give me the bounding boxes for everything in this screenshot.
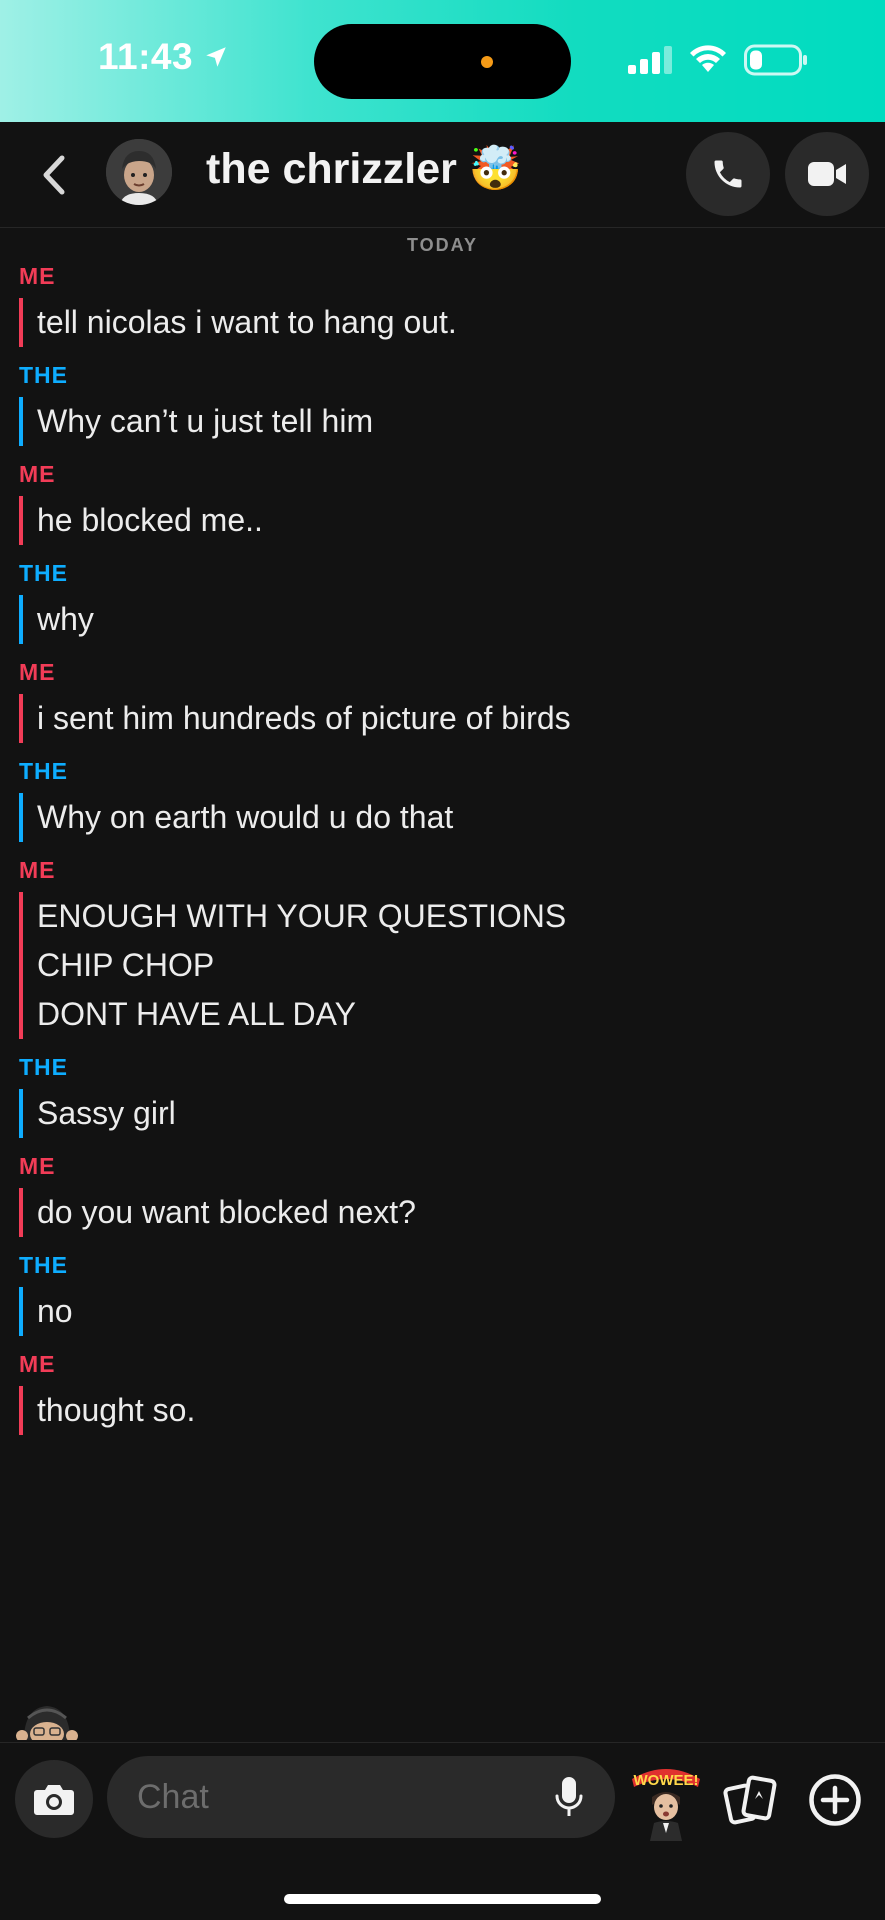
message-group[interactable]: ME ENOUGH WITH YOUR QUESTIONS CHIP CHOP DON… xyxy=(0,856,885,1039)
message-body[interactable]: thought so. xyxy=(19,1386,885,1435)
microphone-icon[interactable] xyxy=(555,1776,583,1818)
avatar[interactable] xyxy=(106,139,172,205)
cards-icon[interactable] xyxy=(722,1773,778,1829)
message-list[interactable]: ME tell nicolas i want to hang out. THE Why… xyxy=(0,262,885,1449)
back-chevron-icon[interactable] xyxy=(38,152,70,198)
bitmoji-avatar-icon xyxy=(106,139,172,205)
status-time: 11:43 xyxy=(98,36,229,78)
chat-input-container[interactable] xyxy=(107,1756,615,1838)
message-body[interactable]: Sassy girl xyxy=(19,1089,885,1138)
message-body[interactable]: Why on earth would u do that xyxy=(19,793,885,842)
plus-circle-icon[interactable] xyxy=(808,1773,862,1827)
chat-header: the chrizzler 🤯 xyxy=(0,122,885,228)
message-group[interactable]: ME tell nicolas i want to hang out. xyxy=(0,262,885,347)
call-button[interactable] xyxy=(686,132,770,216)
message-text: i sent him hundreds of picture of birds xyxy=(37,700,571,736)
exploding-head-emoji: 🤯 xyxy=(468,145,523,193)
message-text: Why can’t u just tell him xyxy=(37,403,374,439)
bitmoji-sticker-icon[interactable]: WOWEE! xyxy=(628,1761,704,1841)
message-text: tell nicolas i want to hang out. xyxy=(37,304,457,340)
message-body[interactable]: why xyxy=(19,595,885,644)
message-text: DONT HAVE ALL DAY xyxy=(37,996,356,1032)
battery-icon xyxy=(744,44,807,76)
contact-name[interactable]: the chrizzler 🤯 xyxy=(206,144,522,194)
message-group[interactable]: THE no xyxy=(0,1251,885,1336)
date-divider: TODAY xyxy=(406,235,479,255)
chat-input[interactable] xyxy=(137,1756,537,1838)
message-body[interactable]: Why can’t u just tell him xyxy=(19,397,885,446)
message-text: do you want blocked next? xyxy=(37,1194,416,1230)
sender-label: ME xyxy=(19,857,56,883)
sender-label: ME xyxy=(19,263,56,289)
location-arrow-icon xyxy=(206,47,226,67)
message-group[interactable]: ME he blocked me.. xyxy=(0,460,885,545)
message-body[interactable]: tell nicolas i want to hang out. xyxy=(19,298,885,347)
wifi-icon xyxy=(690,45,726,72)
message-text: CHIP CHOP xyxy=(37,947,215,983)
svg-text:WOWEE!: WOWEE! xyxy=(634,1772,699,1789)
message-text: thought so. xyxy=(37,1392,196,1428)
message-group[interactable]: ME thought so. xyxy=(0,1350,885,1435)
message-body[interactable]: ENOUGH WITH YOUR QUESTIONS CHIP CHOP DONT … xyxy=(19,892,885,1039)
message-text: ENOUGH WITH YOUR QUESTIONS xyxy=(37,898,567,934)
message-text: why xyxy=(37,601,94,637)
camera-icon xyxy=(34,1785,74,1815)
sender-label: THE xyxy=(19,1054,68,1080)
message-body[interactable]: he blocked me.. xyxy=(19,496,885,545)
phone-icon xyxy=(714,160,742,188)
sender-label: THE xyxy=(19,560,68,586)
sender-label: THE xyxy=(19,362,68,388)
signal-icon xyxy=(628,46,672,74)
message-text: no xyxy=(37,1293,73,1329)
message-text: Sassy girl xyxy=(37,1095,176,1131)
privacy-indicator-icon xyxy=(481,56,493,68)
sender-label: THE xyxy=(19,1252,68,1278)
message-body[interactable]: i sent him hundreds of picture of birds xyxy=(19,694,885,743)
home-indicator[interactable] xyxy=(284,1894,601,1904)
message-text: Why on earth would u do that xyxy=(37,799,454,835)
status-bar: 11:43 xyxy=(0,0,885,122)
bitmoji-peek-icon xyxy=(16,1706,78,1740)
message-body[interactable]: do you want blocked next? xyxy=(19,1188,885,1237)
clock-text: 11:43 xyxy=(98,36,194,77)
sender-label: ME xyxy=(19,1351,56,1377)
message-group[interactable]: THE Why on earth would u do that xyxy=(0,757,885,842)
message-body[interactable]: no xyxy=(19,1287,885,1336)
sender-label: THE xyxy=(19,758,68,784)
camera-button[interactable] xyxy=(15,1760,93,1838)
message-text: he blocked me.. xyxy=(37,502,263,538)
message-group[interactable]: ME do you want blocked next? xyxy=(0,1152,885,1237)
message-group[interactable]: THE Sassy girl xyxy=(0,1053,885,1138)
sender-label: ME xyxy=(19,1153,56,1179)
contact-name-text: the chrizzler xyxy=(206,145,457,193)
video-icon xyxy=(808,162,846,186)
dynamic-island xyxy=(314,24,571,99)
message-group[interactable]: ME i sent him hundreds of picture of bird… xyxy=(0,658,885,743)
message-group[interactable]: THE Why can’t u just tell him xyxy=(0,361,885,446)
sender-label: ME xyxy=(19,659,56,685)
sender-label: ME xyxy=(19,461,56,487)
video-call-button[interactable] xyxy=(785,132,869,216)
message-group[interactable]: THE why xyxy=(0,559,885,644)
